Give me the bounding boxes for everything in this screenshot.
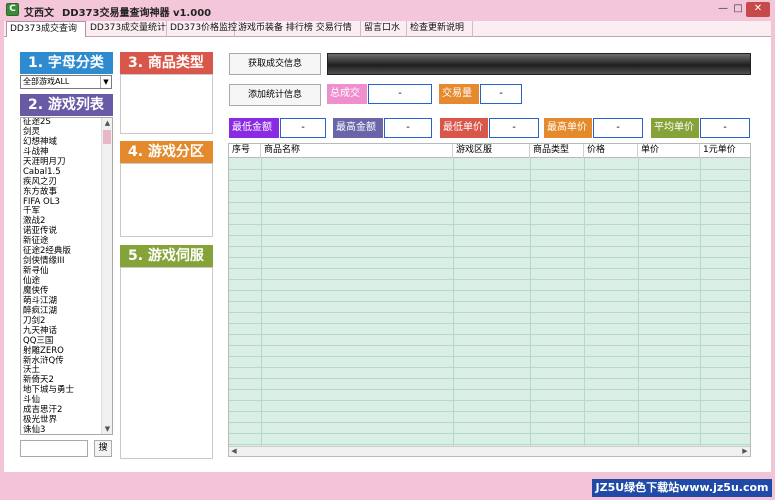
game-search-input[interactable]	[20, 440, 88, 457]
game-list-items: 征途2S 剑灵 幻想神域 斗战神 天涯明月刀 Cabal1.5 疾风之刃 东方故事 FIFA O…	[23, 118, 74, 434]
tab-check-update[interactable]: 检查更新说明	[407, 21, 473, 37]
col-header-price[interactable]: 价格	[584, 144, 638, 158]
table-grid-line	[229, 433, 750, 434]
watermark-banner: JZ5U绿色下载站www.jz5u.com	[592, 479, 772, 497]
game-server-list[interactable]	[120, 267, 213, 459]
table-grid-line	[229, 367, 750, 368]
game-list-item[interactable]: 东方故事	[23, 187, 74, 198]
results-table-header: 序号 商品名称 游戏区服 商品类型 价格 单价 1元单价	[229, 144, 750, 158]
table-grid-line	[229, 191, 750, 192]
product-type-list[interactable]	[120, 74, 213, 134]
fetch-deals-button[interactable]: 获取成交信息	[229, 53, 321, 75]
tab-dd373-deal-query[interactable]: DD373成交查询	[6, 21, 86, 37]
table-grid-line	[229, 378, 750, 379]
table-grid-line	[229, 246, 750, 247]
table-grid-column-line	[261, 158, 262, 448]
table-grid-line	[229, 213, 750, 214]
table-grid-line	[229, 279, 750, 280]
min-amount-value: -	[280, 118, 326, 138]
table-grid-line	[229, 400, 750, 401]
letter-category-header: 1. 字母分类	[20, 52, 113, 74]
table-grid-line	[229, 169, 750, 170]
game-list-header: 2. 游戏列表	[20, 94, 113, 116]
tab-dd373-volume-stats[interactable]: DD373成交量统计	[87, 21, 167, 37]
product-type-header: 3. 商品类型	[120, 52, 213, 74]
table-grid-line	[229, 202, 750, 203]
table-grid-column-line	[584, 158, 585, 448]
max-amount-label: 最高金额	[333, 118, 383, 138]
table-grid-line	[229, 422, 750, 423]
game-list-item[interactable]: 射雕ZERO	[23, 346, 74, 357]
scroll-left-arrow-icon[interactable]: ◀	[229, 447, 239, 456]
window-title: DD373交易量查询神器 v1.000	[62, 8, 212, 19]
min-price-label: 最低单价	[440, 118, 488, 138]
max-price-label: 最高单价	[544, 118, 592, 138]
table-grid-line	[229, 411, 750, 412]
scroll-right-arrow-icon[interactable]: ▶	[740, 447, 750, 456]
game-zone-header: 4. 游戏分区	[120, 141, 213, 163]
table-grid-line	[229, 224, 750, 225]
game-list-scrollbar[interactable]: ▲ ▼	[101, 118, 112, 434]
game-list[interactable]: 征途2S 剑灵 幻想神域 斗战神 天涯明月刀 Cabal1.5 疾风之刃 东方故事 FIFA O…	[20, 117, 113, 435]
close-button[interactable]: ✕	[746, 2, 770, 17]
maximize-button[interactable]: □	[731, 2, 745, 17]
table-grid-line	[229, 268, 750, 269]
table-grid-line	[229, 345, 750, 346]
table-grid-line	[229, 257, 750, 258]
results-table[interactable]: 序号 商品名称 游戏区服 商品类型 价格 单价 1元单价 ◀ ▶	[228, 143, 751, 457]
game-list-item[interactable]: 诛仙3	[23, 425, 74, 434]
max-amount-value: -	[384, 118, 432, 138]
table-grid-column-line	[700, 158, 701, 448]
table-grid-column-line	[638, 158, 639, 448]
title-bar: C 艾西文 DD373交易量查询神器 v1.000 — □ ✕	[0, 0, 775, 20]
table-grid-column-line	[530, 158, 531, 448]
letter-category-value: 全部游戏ALL	[23, 77, 70, 86]
table-grid-line	[229, 180, 750, 181]
minimize-button[interactable]: —	[716, 2, 730, 17]
table-grid-line	[229, 444, 750, 445]
game-search-button[interactable]: 搜	[94, 440, 112, 457]
scroll-up-arrow-icon[interactable]: ▲	[102, 118, 112, 128]
volume-label: 交易量	[439, 84, 479, 104]
app-name: 艾西文	[24, 8, 54, 19]
col-header-index[interactable]: 序号	[229, 144, 261, 158]
tab-dd373-price-monitor[interactable]: DD373价格监控	[167, 21, 237, 37]
tab-bar: DD373成交查询 DD373成交量统计 DD373价格监控 游戏币装备 排行榜…	[4, 21, 771, 37]
col-header-item-type[interactable]: 商品类型	[530, 144, 584, 158]
scroll-thumb[interactable]	[103, 130, 111, 144]
letter-category-select[interactable]: 全部游戏ALL ▼	[20, 75, 112, 89]
table-grid-line	[229, 323, 750, 324]
table-grid-line	[229, 389, 750, 390]
col-header-server[interactable]: 游戏区服	[453, 144, 530, 158]
table-grid-column-line	[453, 158, 454, 448]
col-header-unit-price[interactable]: 单价	[638, 144, 700, 158]
chevron-down-icon[interactable]: ▼	[100, 76, 111, 88]
total-deal-value: -	[368, 84, 432, 104]
avg-price-value: -	[700, 118, 750, 138]
min-price-value: -	[489, 118, 539, 138]
col-header-per-yuan-price[interactable]: 1元单价	[700, 144, 750, 158]
tab-ranking-market[interactable]: 游戏币装备 排行榜 交易行情	[235, 21, 361, 37]
table-grid-line	[229, 356, 750, 357]
table-grid-line	[229, 235, 750, 236]
volume-value: -	[480, 84, 522, 104]
total-deal-label: 总成交	[327, 84, 367, 104]
table-grid-line	[229, 334, 750, 335]
status-display-bar	[327, 53, 751, 75]
results-table-hscrollbar[interactable]: ◀ ▶	[229, 446, 750, 456]
scroll-down-arrow-icon[interactable]: ▼	[102, 424, 112, 434]
table-grid-line	[229, 301, 750, 302]
col-header-item-name[interactable]: 商品名称	[261, 144, 453, 158]
table-grid-line	[229, 312, 750, 313]
tab-comments[interactable]: 留言口水	[361, 21, 407, 37]
add-stats-button[interactable]: 添加统计信息	[229, 84, 321, 106]
min-amount-label: 最低金额	[229, 118, 279, 138]
avg-price-label: 平均单价	[651, 118, 699, 138]
game-server-header: 5. 游戏伺服	[120, 245, 213, 267]
max-price-value: -	[593, 118, 643, 138]
game-zone-list[interactable]	[120, 163, 213, 237]
table-grid-line	[229, 290, 750, 291]
app-logo-icon: C	[6, 3, 19, 16]
